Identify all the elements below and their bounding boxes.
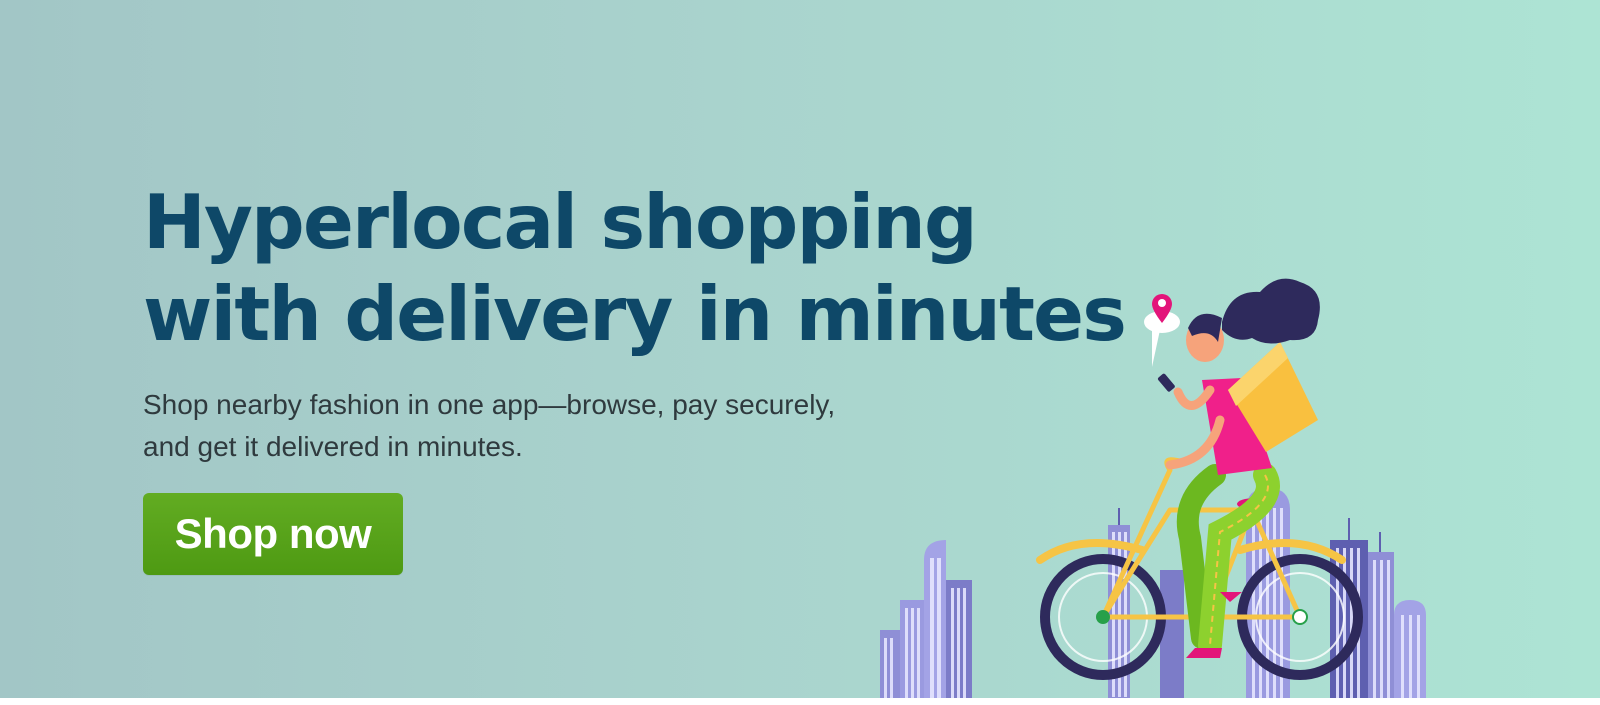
shop-now-button[interactable]: Shop now: [143, 493, 403, 575]
bottom-divider: [0, 698, 1600, 705]
hero-subtext: Shop nearby fashion in one app—browse, p…: [143, 384, 835, 468]
subtext-line-2: and get it delivered in minutes.: [143, 431, 523, 462]
city-buildings-left: [880, 540, 972, 705]
location-pin-icon: [1144, 294, 1180, 367]
delivery-rider-illustration: [880, 278, 1426, 705]
hero-banner: Hyperlocal shopping with delivery in min…: [0, 0, 1600, 705]
headline-line-1: Hyperlocal shopping: [143, 178, 978, 266]
subtext-line-1: Shop nearby fashion in one app—browse, p…: [143, 389, 836, 420]
